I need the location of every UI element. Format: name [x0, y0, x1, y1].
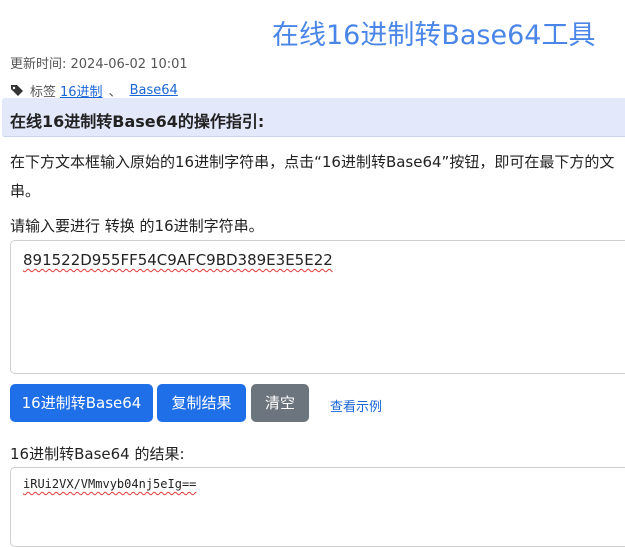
- instructions-text: 在下方文本框输入原始的16进制字符串，点击“16进制转Base64”按钮，即可在…: [10, 148, 625, 206]
- tag-icon: [10, 84, 25, 97]
- guide-header: 在线16进制转Base64的操作指引:: [2, 98, 625, 137]
- clear-button[interactable]: 清空: [251, 384, 309, 422]
- hex-input-value[interactable]: 891522D955FF54C9AFC9BD389E3E5E22: [23, 251, 333, 269]
- instructions-line-1: 在下方文本框输入原始的16进制字符串，点击“16进制转Base64”按钮，即可在…: [10, 153, 615, 171]
- page-title: 在线16进制转Base64工具: [272, 20, 596, 51]
- result-label: 16进制转Base64 的结果:: [10, 445, 185, 463]
- hex-input-textarea[interactable]: 891522D955FF54C9AFC9BD389E3E5E22: [10, 240, 625, 374]
- instructions-line-2: 串。: [10, 182, 41, 200]
- input-prompt: 请输入要进行 转换 的16进制字符串。: [10, 217, 264, 235]
- convert-button[interactable]: 16进制转Base64: [10, 384, 153, 422]
- base64-output-textarea[interactable]: iRUi2VX/VMmvyb04nj5eIg==: [10, 467, 625, 547]
- copy-result-button[interactable]: 复制结果: [157, 384, 246, 422]
- base64-output-value[interactable]: iRUi2VX/VMmvyb04nj5eIg==: [23, 477, 196, 491]
- updated-time: 更新时间: 2024-06-02 10:01: [10, 57, 188, 72]
- view-example-link[interactable]: 查看示例: [330, 396, 382, 415]
- tag-link-base64[interactable]: Base64: [130, 83, 178, 98]
- guide-title: 在线16进制转Base64的操作指引:: [10, 112, 265, 131]
